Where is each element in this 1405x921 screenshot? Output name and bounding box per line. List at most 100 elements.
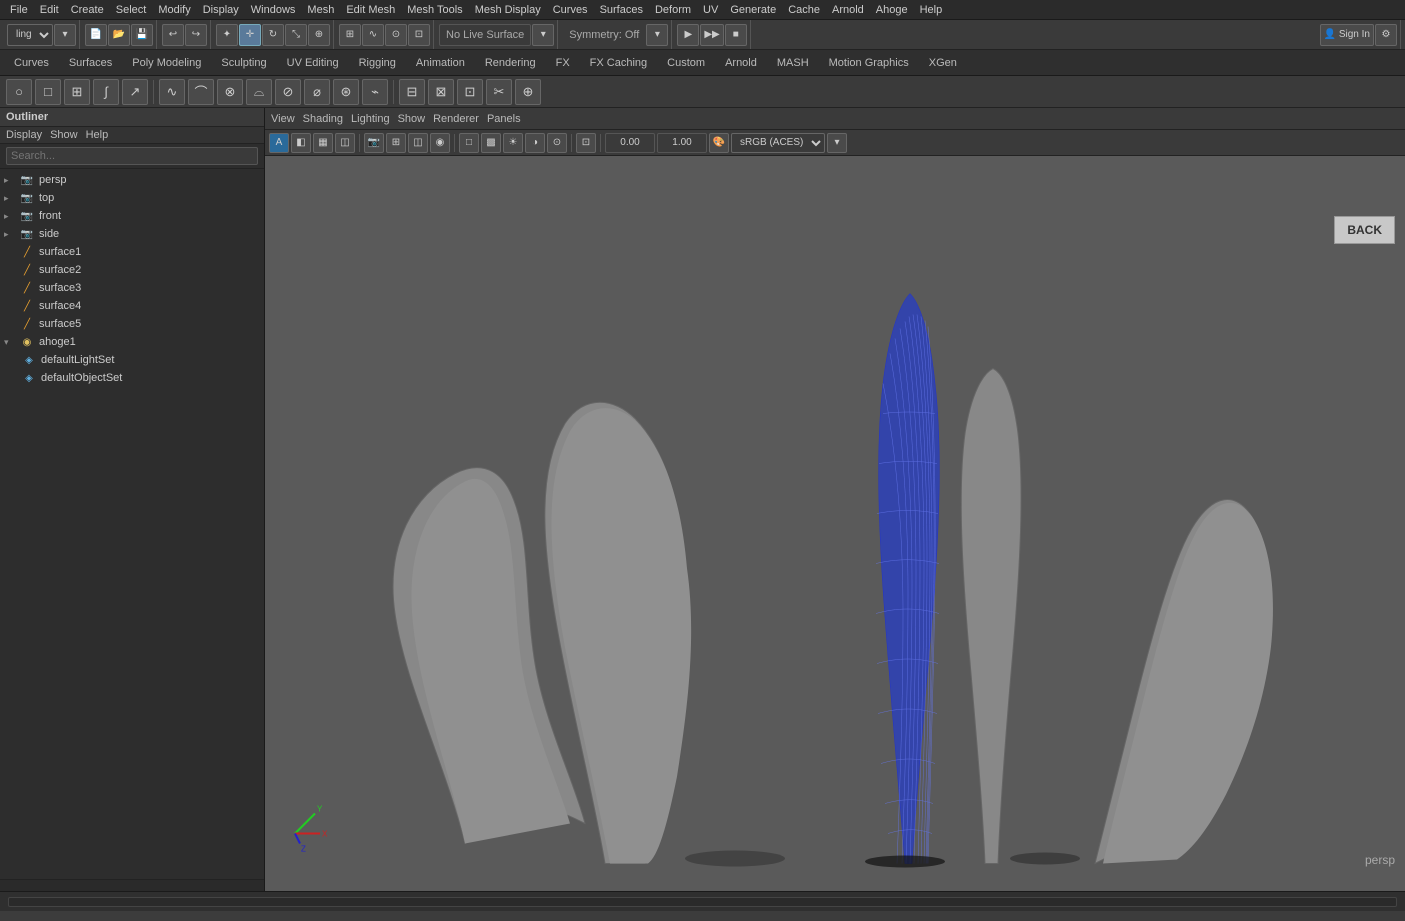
extrude-tool[interactable]: ⊡ (457, 79, 483, 105)
list-item[interactable]: ◈ defaultLightSet (0, 351, 264, 369)
symmetry-dropdown[interactable]: ▾ (646, 24, 668, 46)
vp-menu-show[interactable]: Show (398, 113, 426, 125)
menu-select[interactable]: Select (110, 4, 153, 16)
menu-mesh-tools[interactable]: Mesh Tools (401, 4, 468, 16)
connect-tool[interactable]: ⊕ (515, 79, 541, 105)
menu-display[interactable]: Display (197, 4, 245, 16)
menu-file[interactable]: File (4, 4, 34, 16)
status-scroll-track[interactable] (8, 897, 1397, 907)
menu-windows[interactable]: Windows (245, 4, 302, 16)
menu-create[interactable]: Create (65, 4, 110, 16)
list-item[interactable]: ▸ 📷 top (0, 189, 264, 207)
render-btn[interactable]: ▶ (677, 24, 699, 46)
lasso-tool[interactable]: ⊘ (275, 79, 301, 105)
vp-shade-btn[interactable]: ◉ (430, 133, 450, 153)
vp-exposure-input[interactable] (605, 133, 655, 153)
relax-tool[interactable]: ⊛ (333, 79, 359, 105)
tab-fx[interactable]: FX (546, 53, 580, 73)
tab-animation[interactable]: Animation (406, 53, 475, 73)
rotate-btn[interactable]: ↻ (262, 24, 284, 46)
vp-menu-lighting[interactable]: Lighting (351, 113, 390, 125)
redo-btn[interactable]: ↪ (185, 24, 207, 46)
vp-colorspace-dropdown[interactable]: sRGB (ACES) (731, 133, 825, 153)
outliner-show-menu[interactable]: Show (50, 129, 78, 141)
snap-point-btn[interactable]: ⊙ (385, 24, 407, 46)
tab-surfaces[interactable]: Surfaces (59, 53, 122, 73)
tab-poly-modeling[interactable]: Poly Modeling (122, 53, 211, 73)
back-button[interactable]: BACK (1334, 216, 1395, 244)
square-tool[interactable]: □ (35, 79, 61, 105)
circle-tool[interactable]: ○ (6, 79, 32, 105)
menu-generate[interactable]: Generate (724, 4, 782, 16)
tab-fx-caching[interactable]: FX Caching (580, 53, 657, 73)
menu-ahoge[interactable]: Ahoge (870, 4, 914, 16)
outliner-search-input[interactable] (6, 147, 258, 165)
universal-btn[interactable]: ⊕ (308, 24, 330, 46)
vp-gamma-input[interactable] (657, 133, 707, 153)
twist-tool[interactable]: ⊗ (217, 79, 243, 105)
vp-color-icon[interactable]: 🎨 (709, 133, 729, 153)
outliner-scrollbar[interactable] (0, 879, 264, 891)
snap-proj-btn[interactable]: ⊡ (408, 24, 430, 46)
signin-btn[interactable]: 👤 Sign In (1320, 24, 1374, 46)
tab-xgen[interactable]: XGen (919, 53, 967, 73)
list-item[interactable]: ◈ defaultObjectSet (0, 369, 264, 387)
menu-cache[interactable]: Cache (782, 4, 826, 16)
cut-tool[interactable]: ✂ (486, 79, 512, 105)
smooth-tool[interactable]: ⌓ (246, 79, 272, 105)
render-seq-btn[interactable]: ▶▶ (700, 24, 723, 46)
tab-motion-graphics[interactable]: Motion Graphics (819, 53, 919, 73)
outliner-display-menu[interactable]: Display (6, 129, 42, 141)
vp-cam-btn[interactable]: 📷 (364, 133, 384, 153)
list-item[interactable]: ╱ surface2 (0, 261, 264, 279)
vp-select-btn[interactable]: A (269, 133, 289, 153)
tab-mash[interactable]: MASH (767, 53, 819, 73)
settings-btn[interactable]: ⚙ (1375, 24, 1397, 46)
list-item[interactable]: ▸ 📷 side (0, 225, 264, 243)
menu-mesh[interactable]: Mesh (301, 4, 340, 16)
menu-surfaces[interactable]: Surfaces (594, 4, 649, 16)
list-item[interactable]: ╱ surface5 (0, 315, 264, 333)
new-scene-btn[interactable]: 📄 (85, 24, 107, 46)
tab-uv-editing[interactable]: UV Editing (277, 53, 349, 73)
vp-texture-btn[interactable]: ▩ (481, 133, 501, 153)
save-scene-btn[interactable]: 💾 (131, 24, 153, 46)
vp-btn-2[interactable]: ▦ (313, 133, 333, 153)
tab-rigging[interactable]: Rigging (349, 53, 406, 73)
vp-menu-shading[interactable]: Shading (303, 113, 343, 125)
bend-tool[interactable]: ⌒ (188, 79, 214, 105)
vp-menu-renderer[interactable]: Renderer (433, 113, 479, 125)
tab-sculpting[interactable]: Sculpting (211, 53, 276, 73)
list-item[interactable]: ╱ surface3 (0, 279, 264, 297)
menu-modify[interactable]: Modify (152, 4, 196, 16)
pin-tool[interactable]: ⌁ (362, 79, 388, 105)
scale-btn[interactable]: ⤡ (285, 24, 307, 46)
dropdown-arrow[interactable]: ▾ (54, 24, 76, 46)
tab-custom[interactable]: Custom (657, 53, 715, 73)
transform-tool[interactable]: ⊞ (64, 79, 90, 105)
push-tool[interactable]: ⊠ (428, 79, 454, 105)
undo-btn[interactable]: ↩ (162, 24, 184, 46)
slide-tool[interactable]: ⊟ (399, 79, 425, 105)
menu-mesh-display[interactable]: Mesh Display (469, 4, 547, 16)
vp-shadow-btn[interactable]: ◑ (525, 133, 545, 153)
mode-dropdown[interactable]: ling (7, 24, 53, 46)
menu-edit-mesh[interactable]: Edit Mesh (340, 4, 401, 16)
vp-ao-btn[interactable]: ⊙ (547, 133, 567, 153)
list-item[interactable]: ▸ 📷 front (0, 207, 264, 225)
tab-curves[interactable]: Curves (4, 53, 59, 73)
snap-curve-btn[interactable]: ∿ (362, 24, 384, 46)
vp-grid-btn[interactable]: ⊞ (386, 133, 406, 153)
render-stop-btn[interactable]: ■ (725, 24, 747, 46)
list-item[interactable]: ▾ ◉ ahoge1 (0, 333, 264, 351)
vp-colorspace-arrow[interactable]: ▾ (827, 133, 847, 153)
menu-arnold[interactable]: Arnold (826, 4, 870, 16)
menu-deform[interactable]: Deform (649, 4, 697, 16)
vp-hud-btn[interactable]: ⊡ (576, 133, 596, 153)
vp-btn-1[interactable]: ◧ (291, 133, 311, 153)
menu-help[interactable]: Help (914, 4, 949, 16)
tab-arnold[interactable]: Arnold (715, 53, 767, 73)
sculpt-tool[interactable]: ⌀ (304, 79, 330, 105)
live-surface-dropdown[interactable]: ▾ (532, 24, 554, 46)
vp-light-btn[interactable]: ☀ (503, 133, 523, 153)
